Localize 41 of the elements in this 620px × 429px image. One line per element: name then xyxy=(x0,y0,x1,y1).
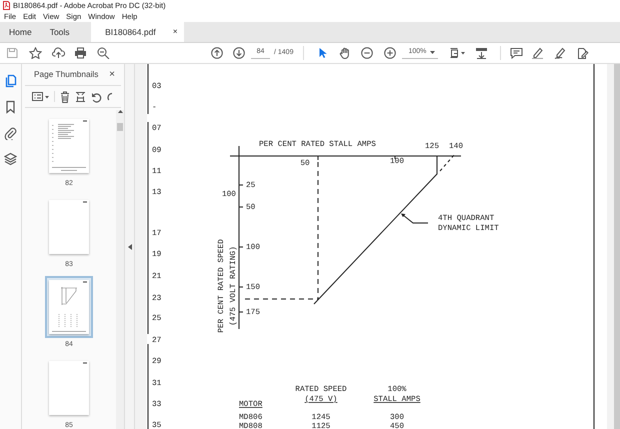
scrollbar[interactable] xyxy=(614,64,620,429)
hand-icon[interactable] xyxy=(339,47,352,59)
highlighter-pen-icon[interactable] xyxy=(531,47,544,59)
scrollbar[interactable] xyxy=(116,110,124,429)
tab[interactable]: Home xyxy=(0,22,41,42)
arrow-down-circle-icon[interactable] xyxy=(233,47,245,59)
zoom-out-icon[interactable] xyxy=(361,47,374,59)
pages-icon[interactable] xyxy=(4,74,17,88)
zoom-search-icon[interactable] xyxy=(97,47,110,59)
zoom-in-icon[interactable] xyxy=(384,47,396,59)
star-icon[interactable] xyxy=(29,47,42,59)
pointer-icon[interactable] xyxy=(318,47,328,59)
edit-document-icon[interactable] xyxy=(576,47,590,59)
paperclip-icon[interactable] xyxy=(4,126,17,140)
leader-arrow xyxy=(401,214,428,224)
options-icon[interactable] xyxy=(32,91,49,102)
bookmark-icon[interactable] xyxy=(4,100,17,114)
print-icon[interactable] xyxy=(74,47,87,59)
rotate-right-icon[interactable] xyxy=(107,90,112,102)
pdf-file-icon xyxy=(3,1,10,10)
scroll-mode-icon[interactable] xyxy=(475,47,488,59)
caret-up-icon[interactable] xyxy=(118,110,122,113)
rotate-left-icon[interactable] xyxy=(91,90,102,102)
page-fit-icon[interactable] xyxy=(449,47,466,59)
signature-pen-icon[interactable] xyxy=(554,47,568,59)
trash-icon[interactable] xyxy=(60,90,70,102)
tab[interactable]: Tools xyxy=(40,22,79,42)
scrollbar-thumb[interactable] xyxy=(117,123,123,131)
cloud-upload-icon[interactable] xyxy=(52,47,65,59)
collapse-arrow-icon[interactable] xyxy=(128,244,132,250)
tab[interactable]: BI180864.pdf × xyxy=(90,22,184,42)
extract-pages-icon[interactable] xyxy=(75,90,86,102)
arrow-up-circle-icon[interactable] xyxy=(211,47,223,59)
caret-down-icon xyxy=(430,51,436,54)
panel-title: Page Thumbnails xyxy=(34,68,98,81)
close-panel-button[interactable]: × xyxy=(109,67,115,82)
limit-line xyxy=(440,154,456,172)
comment-icon[interactable] xyxy=(510,47,524,59)
page-thumbnail[interactable] xyxy=(45,276,93,338)
layers-icon[interactable] xyxy=(4,152,17,166)
close-tab-button[interactable]: × xyxy=(172,26,178,38)
